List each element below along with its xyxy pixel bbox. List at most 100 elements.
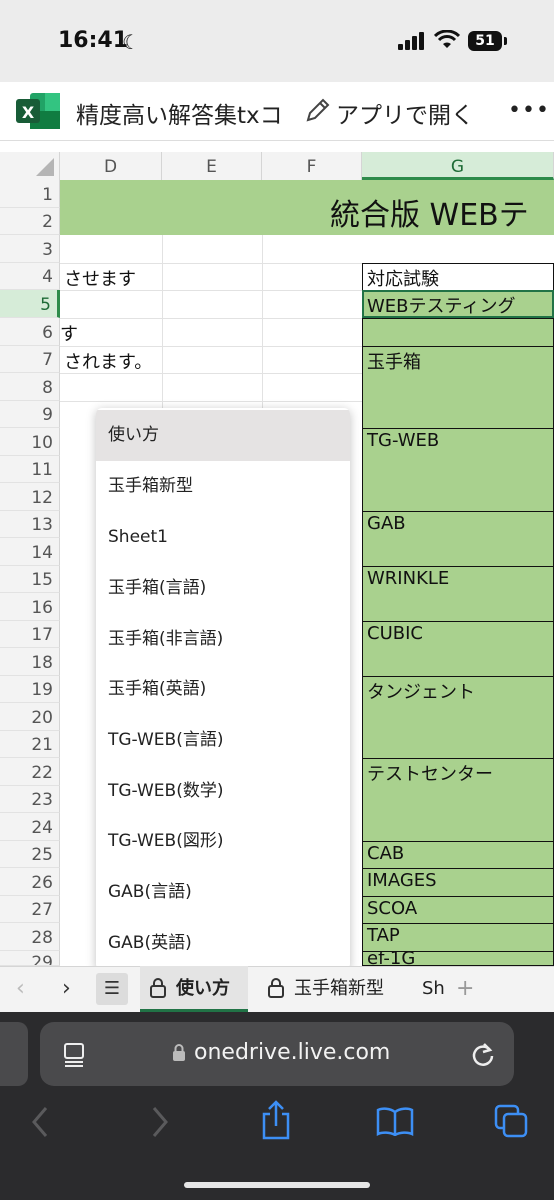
tabs-icon[interactable] [494, 1104, 528, 1138]
cell-label: CUBIC [367, 623, 423, 644]
share-icon[interactable] [260, 1100, 292, 1140]
open-in-app-button[interactable]: アプリで開く [336, 96, 474, 130]
column-header-f[interactable]: F [262, 152, 362, 180]
cell-g4[interactable]: 対応試験 [362, 263, 554, 291]
pencil-icon[interactable] [304, 96, 332, 124]
row-header[interactable]: 21 [0, 731, 60, 758]
row-header[interactable]: 29 [0, 951, 60, 966]
prev-sheet-icon[interactable]: ‹ [16, 976, 25, 1001]
row-header[interactable]: 10 [0, 428, 60, 456]
sheet-menu-item[interactable]: TG-WEB(図形) [96, 816, 350, 867]
sheet-list-menu: 使い方 玉手箱新型 Sheet1 玉手箱(言語) 玉手箱(非言語) 玉手箱(英語… [96, 408, 350, 970]
moon-icon: ☾ [122, 30, 140, 54]
cell-g19[interactable]: タンジェント [362, 676, 554, 759]
cell-label: テストセンター [367, 764, 493, 785]
cell-g7[interactable]: 玉手箱 [362, 346, 554, 429]
sheet-menu-item[interactable]: Sheet1 [96, 512, 350, 563]
document-title[interactable]: 精度高い解答集txコ [76, 96, 283, 130]
row-header[interactable]: 19 [0, 676, 60, 703]
row-header[interactable]: 2 [0, 208, 60, 235]
cell-d4[interactable]: させます [64, 265, 136, 291]
cell-g22[interactable]: テストセンター [362, 758, 554, 842]
excel-icon[interactable]: X [16, 91, 62, 131]
tab-usage[interactable]: 使い方 [176, 972, 230, 1006]
sheet-menu-item[interactable]: TG-WEB(言語) [96, 715, 350, 766]
row-header[interactable]: 23 [0, 786, 60, 813]
row-header[interactable]: 16 [0, 593, 60, 621]
row-header[interactable]: 15 [0, 566, 60, 593]
previous-tab-peek[interactable] [0, 1022, 28, 1086]
cell-g28[interactable]: TAP [362, 923, 554, 952]
sheet-menu-item[interactable]: GAB(英語) [96, 918, 350, 969]
forward-icon[interactable] [150, 1106, 170, 1138]
tab-sheet1[interactable]: Sh [422, 972, 445, 1006]
row-header[interactable]: 13 [0, 511, 60, 538]
add-sheet-button[interactable]: + [456, 972, 474, 1006]
sheet-title: 統合版 WEBテ [330, 198, 529, 233]
more-icon[interactable]: ••• [508, 98, 550, 123]
lock-icon [150, 978, 166, 998]
row-header[interactable]: 3 [0, 235, 60, 263]
row-header[interactable]: 20 [0, 703, 60, 731]
sheet-menu-item[interactable]: 玉手箱(言語) [96, 563, 350, 614]
sheet-menu-item[interactable]: GAB(言語) [96, 867, 350, 918]
sheet-menu-item[interactable]: 玉手箱(非言語) [96, 614, 350, 665]
next-sheet-icon[interactable]: › [62, 976, 71, 1001]
select-all-triangle [36, 158, 54, 176]
bookmarks-icon[interactable] [376, 1106, 414, 1136]
row-header[interactable]: 7 [0, 346, 60, 373]
cell-g10[interactable]: TG-WEB [362, 428, 554, 512]
back-icon[interactable] [30, 1106, 50, 1138]
row-header[interactable]: 8 [0, 373, 60, 401]
row-header[interactable]: 17 [0, 621, 60, 648]
lock-icon [173, 1044, 185, 1061]
row-header[interactable]: 12 [0, 483, 60, 511]
cell-g15[interactable]: WRINKLE [362, 566, 554, 622]
cell-label: TAP [367, 925, 400, 946]
row-header[interactable]: 14 [0, 538, 60, 566]
url-text[interactable]: onedrive.live.com [194, 1040, 390, 1065]
cell-g17[interactable]: CUBIC [362, 621, 554, 677]
cell-d6[interactable]: す [60, 320, 78, 346]
row-header[interactable]: 9 [0, 401, 60, 428]
row-header[interactable]: 4 [0, 263, 60, 290]
sheet-menu-item[interactable]: 玉手箱新型 [96, 461, 350, 512]
cell-g26[interactable]: IMAGES [362, 868, 554, 897]
cell-g27[interactable]: SCOA [362, 896, 554, 924]
status-time: 16:41 [58, 28, 129, 53]
tab-tamatebako-new[interactable]: 玉手箱新型 [294, 972, 384, 1006]
reader-icon[interactable] [62, 1042, 86, 1068]
cell-d7[interactable]: されます。 [64, 348, 152, 374]
cell-g29[interactable]: ef-1G [362, 951, 554, 966]
cell-label: GAB [367, 513, 406, 534]
cell-g6[interactable] [362, 318, 554, 347]
row-header[interactable]: 28 [0, 923, 60, 951]
sheet-menu-item[interactable]: 玉手箱(英語) [96, 664, 350, 715]
cell-g25[interactable]: CAB [362, 841, 554, 869]
row-header[interactable]: 26 [0, 868, 60, 896]
battery-cap [504, 37, 507, 45]
column-header-d[interactable]: D [60, 152, 162, 180]
row-header[interactable]: 11 [0, 456, 60, 483]
battery-icon: 51 [468, 31, 502, 51]
row-header[interactable]: 24 [0, 813, 60, 841]
sheet-menu-item[interactable]: TG-WEB(数学) [96, 766, 350, 817]
row-header[interactable]: 25 [0, 841, 60, 868]
column-header-e[interactable]: E [162, 152, 262, 180]
row-header[interactable]: 27 [0, 896, 60, 923]
sheet-menu-item-selected[interactable]: 使い方 [96, 410, 350, 461]
column-header-g[interactable]: G [362, 152, 554, 180]
row-header-selected[interactable]: 5 [0, 290, 60, 318]
row-header[interactable]: 6 [0, 318, 60, 346]
cell-label: CAB [367, 843, 405, 864]
row-header[interactable]: 1 [0, 180, 60, 208]
reload-icon[interactable] [470, 1040, 496, 1068]
svg-text:X: X [22, 103, 35, 122]
lock-icon [268, 978, 284, 998]
sheet-list-button[interactable]: ☰ [96, 973, 128, 1005]
row-header[interactable]: 18 [0, 648, 60, 676]
cell-label: タンジェント [367, 682, 475, 703]
active-cell-selection[interactable] [362, 290, 554, 318]
row-header[interactable]: 22 [0, 758, 60, 786]
cell-g13[interactable]: GAB [362, 511, 554, 567]
